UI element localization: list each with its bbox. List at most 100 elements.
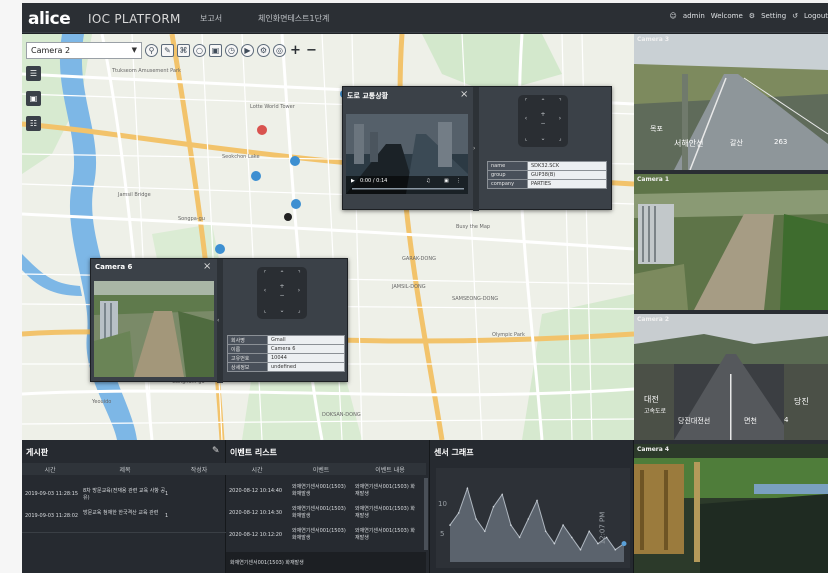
user-area: ☺ admin Welcome ⚙ Setting ↺ Logout [670, 12, 828, 20]
ptz-down-right[interactable]: ⌟ [555, 135, 565, 142]
ptz-left[interactable]: ‹ [260, 287, 270, 294]
table-row[interactable]: 2020-08-12 10:14:30 와재연기센서001(1503) 화재발생… [229, 504, 419, 526]
map-label: JAMSIL-DONG [392, 284, 426, 290]
table-row[interactable]: 2019-09-03 11:28:02 방문교육 첨재한 한국격산 교육 관련 … [25, 510, 223, 528]
map-label: Ttukseom Amusement Park [112, 68, 181, 74]
sensor-point [579, 548, 582, 551]
search-icon[interactable]: ⚲ [145, 43, 158, 57]
sensor-point [544, 530, 547, 533]
ptz-right[interactable]: › [294, 287, 304, 294]
ptz-down-left[interactable]: ⌞ [260, 307, 270, 314]
sensor-point [484, 530, 486, 533]
camera-select[interactable]: Camera 2 ▼ [26, 41, 142, 59]
fullscreen-icon[interactable]: ▣ [209, 43, 222, 57]
map-label: Busy the Map [456, 224, 491, 230]
target-icon[interactable]: ◎ [273, 43, 286, 57]
chevron-left-icon[interactable]: ‹ [217, 317, 219, 324]
road-sign-text: 263 [774, 138, 788, 146]
info-key: 고유번호 [227, 353, 268, 363]
app-window: alice IOC PLATFORM 보고서 체인화면테스트1단계 ☺ admi… [22, 3, 828, 573]
layers-icon[interactable]: ☰ [26, 66, 41, 81]
pencil-icon[interactable]: ✎ [161, 43, 174, 57]
nav-report[interactable]: 보고서 [200, 13, 222, 24]
more-icon[interactable]: ⋮ [456, 178, 461, 184]
cell-event: 와재연기센서001(1503) 화재발생 [292, 484, 346, 497]
gear-small-icon[interactable]: ⚙ [257, 43, 270, 57]
app-logo[interactable]: alice [28, 9, 71, 29]
camera6-video[interactable] [94, 281, 214, 377]
fullscreen-video-icon[interactable]: ▣ [444, 178, 449, 184]
gear-icon[interactable]: ⚙ [749, 12, 755, 20]
table-row[interactable]: 2020-08-12 10:14:40 와재연기센서001(1503) 화재발생… [229, 482, 419, 504]
popup-title: 도로 교통상황 [347, 92, 389, 100]
play-icon[interactable]: ▶ [351, 178, 355, 184]
logout-icon[interactable]: ↺ [792, 12, 798, 20]
database-icon[interactable]: ☷ [26, 116, 41, 131]
ptz-control[interactable]: ⌜ ⌃ ⌝ ‹ + − › ⌞ ⌄ ⌟ [518, 95, 568, 147]
scrollbar[interactable] [424, 478, 428, 550]
ptz-up[interactable]: ⌃ [277, 270, 287, 277]
sensor-point [588, 530, 590, 533]
ptz-left[interactable]: ‹ [521, 115, 531, 122]
ptz-down[interactable]: ⌄ [277, 307, 287, 314]
pencil-edit-icon[interactable]: ✎ [212, 446, 220, 456]
circle-icon[interactable]: ○ [193, 43, 206, 57]
volume-icon[interactable]: ♫ [426, 178, 430, 184]
camera-icon[interactable]: ▣ [26, 91, 41, 106]
sensor-point [466, 487, 469, 490]
map-label: Seokchon Lake [222, 154, 260, 160]
bracket-icon[interactable]: ⌘ [177, 43, 190, 57]
user-icon: ☺ [669, 12, 677, 20]
ptz-up-left[interactable]: ⌜ [521, 98, 531, 105]
ptz-down-left[interactable]: ⌞ [521, 135, 531, 142]
traffic-popup: 도로 교통상황 × ▶ 0:00 / 0:14 ♫ ▣ ⋮ › ⌜ ⌃ ⌝ ‹ … [342, 86, 612, 211]
info-key: 상세정보 [227, 362, 268, 372]
ptz-right[interactable]: › [555, 115, 565, 122]
close-icon[interactable]: × [460, 89, 468, 100]
welcome-text: Welcome [710, 12, 743, 20]
road-sign-text: 면천 [744, 417, 757, 425]
logout-link[interactable]: Logout [804, 12, 828, 20]
ptz-down[interactable]: ⌄ [538, 135, 548, 142]
col-header: 제목 [119, 466, 131, 474]
traffic-video[interactable]: ▶ 0:00 / 0:14 ♫ ▣ ⋮ [346, 114, 468, 194]
ptz-down-right[interactable]: ⌟ [294, 307, 304, 314]
camera-tile[interactable]: Camera 3 목포 서해안선 갈산 263 [634, 34, 828, 170]
nav-test[interactable]: 체인화면테스트1단계 [258, 13, 329, 24]
zoom-in-button[interactable]: + [289, 43, 302, 58]
zoom-out-button[interactable]: − [305, 43, 318, 58]
video-icon[interactable]: ▶ [241, 43, 254, 57]
sensor-point [501, 493, 503, 496]
ptz-zoom-out[interactable]: − [277, 292, 287, 299]
setting-link[interactable]: Setting [761, 12, 786, 20]
clock-icon[interactable]: ◷ [225, 43, 238, 57]
map-label: DOKSAN-DONG [322, 412, 361, 418]
info-value: 10044 [267, 353, 345, 363]
ptz-up-right[interactable]: ⌝ [294, 270, 304, 277]
table-row[interactable]: 2020-08-12 10:12:20 와재연기센서001(1503) 화재발생… [229, 526, 419, 548]
event-footer: 화재연기센서001(1503) 화재발생 [226, 552, 426, 573]
road-sign-text: 4 [784, 416, 789, 424]
chevron-right-icon[interactable]: › [473, 145, 475, 152]
camera-tile[interactable]: Camera 1 [634, 174, 828, 310]
ptz-up-left[interactable]: ⌜ [260, 270, 270, 277]
ptz-up-right[interactable]: ⌝ [555, 98, 565, 105]
road-sign-text: 당진 [794, 397, 809, 406]
camera-tile[interactable]: Camera 4 [634, 444, 828, 573]
map-view[interactable]: Ttukseom Amusement Park Jamsil Bridge Lo… [22, 34, 634, 440]
cell-detail: 와재연기센서001(1503) 화재발생 [355, 506, 415, 519]
camera-label: Camera 2 [637, 316, 670, 323]
sensor-title: 센서 그래프 [434, 448, 474, 457]
ptz-zoom-in[interactable]: + [538, 111, 548, 118]
ptz-zoom-in[interactable]: + [277, 283, 287, 290]
table-row[interactable]: 2019-09-03 11:28:15 8차 방문교육(전재용 관련 교육 사항… [25, 488, 223, 506]
ptz-zoom-out[interactable]: − [538, 120, 548, 127]
info-key: 이름 [227, 344, 268, 354]
camera-tile[interactable]: Camera 2 대전 고속도로 당진대전선 면천 당진 4 [634, 314, 828, 440]
ptz-up[interactable]: ⌃ [538, 98, 548, 105]
ptz-control[interactable]: ⌜ ⌃ ⌝ ‹ + − › ⌞ ⌄ ⌟ [257, 267, 307, 319]
col-header: 시간 [44, 466, 56, 474]
close-icon[interactable]: × [203, 261, 211, 272]
sensor-point [510, 524, 512, 526]
info-value: Camera 6 [267, 344, 345, 354]
